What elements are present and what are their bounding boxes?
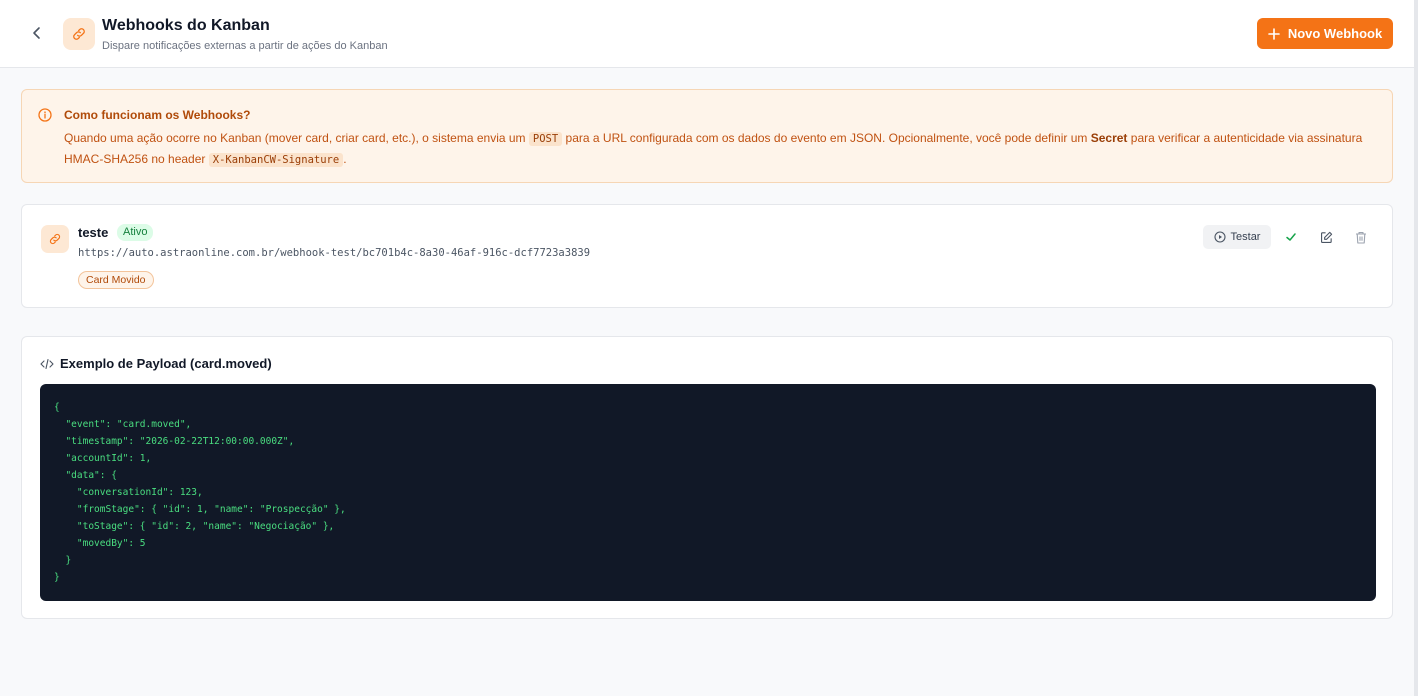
test-webhook-button[interactable]: Testar xyxy=(1203,225,1271,249)
code-line: } xyxy=(54,572,60,583)
info-callout: Como funcionam os Webhooks? Quando uma a… xyxy=(21,89,1393,183)
event-badge: Card Movido xyxy=(78,271,154,289)
code-line: "conversationId": 123, xyxy=(54,487,203,498)
new-webhook-button[interactable]: Novo Webhook xyxy=(1257,18,1393,49)
toggle-active-button[interactable] xyxy=(1281,227,1301,247)
trash-icon xyxy=(1356,231,1366,244)
info-text-4: . xyxy=(343,152,347,166)
page-header: Webhooks do Kanban Dispare notificações … xyxy=(0,0,1414,68)
plus-icon xyxy=(1268,27,1280,40)
link-icon xyxy=(73,28,85,40)
delete-webhook-button[interactable] xyxy=(1351,227,1371,247)
info-text-2: para a URL configurada com os dados do e… xyxy=(565,131,1088,145)
code-line: "data": { xyxy=(54,470,117,481)
back-button[interactable] xyxy=(26,22,48,44)
code-line: "accountId": 1, xyxy=(54,453,152,464)
code-line: "event": "card.moved", xyxy=(54,419,192,430)
edit-webhook-button[interactable] xyxy=(1316,227,1336,247)
webhook-card: teste Ativo https://auto.astraonline.com… xyxy=(21,204,1393,308)
play-circle-icon xyxy=(1213,231,1226,243)
code-line: "timestamp": "2026-02-22T12:00:00.000Z", xyxy=(54,436,295,447)
info-title: Como funcionam os Webhooks? xyxy=(64,108,251,122)
new-webhook-label: Novo Webhook xyxy=(1287,26,1383,41)
code-line: } xyxy=(54,555,72,566)
webhook-card-icon xyxy=(41,225,69,253)
code-line: "fromStage": { "id": 1, "name": "Prospec… xyxy=(54,504,346,515)
page-subtitle: Dispare notificações externas a partir d… xyxy=(102,40,388,52)
webhook-header-icon xyxy=(63,18,95,50)
code-line: "toStage": { "id": 2, "name": "Negociaçã… xyxy=(54,521,335,532)
webhook-url: https://auto.astraonline.com.br/webhook-… xyxy=(78,247,591,259)
chevron-left-icon xyxy=(33,27,40,39)
link-icon xyxy=(49,233,61,245)
payload-example-card: Exemplo de Payload (card.moved) { "event… xyxy=(21,336,1393,619)
info-description: Quando uma ação ocorre no Kanban (mover … xyxy=(64,128,1384,170)
code-icon xyxy=(40,358,54,369)
test-button-label: Testar xyxy=(1230,231,1261,243)
info-secret: Secret xyxy=(1090,131,1128,145)
status-badge: Ativo xyxy=(117,224,154,241)
payload-title: Exemplo de Payload (card.moved) xyxy=(60,356,272,371)
info-icon xyxy=(38,108,52,122)
edit-icon xyxy=(1320,231,1332,243)
scrollbar[interactable] xyxy=(1414,0,1418,696)
page-title: Webhooks do Kanban xyxy=(102,17,270,34)
info-code-post: POST xyxy=(528,132,563,146)
payload-code-block: { "event": "card.moved", "timestamp": "2… xyxy=(40,384,1376,601)
code-line: "movedBy": 5 xyxy=(54,538,146,549)
info-code-header: X-KanbanCW-Signature xyxy=(208,153,344,167)
webhook-name: teste xyxy=(78,225,109,240)
check-icon xyxy=(1286,233,1296,241)
payload-header: Exemplo de Payload (card.moved) xyxy=(40,356,272,371)
code-line: { xyxy=(54,402,60,413)
info-text-1: Quando uma ação ocorre no Kanban (mover … xyxy=(64,131,526,145)
